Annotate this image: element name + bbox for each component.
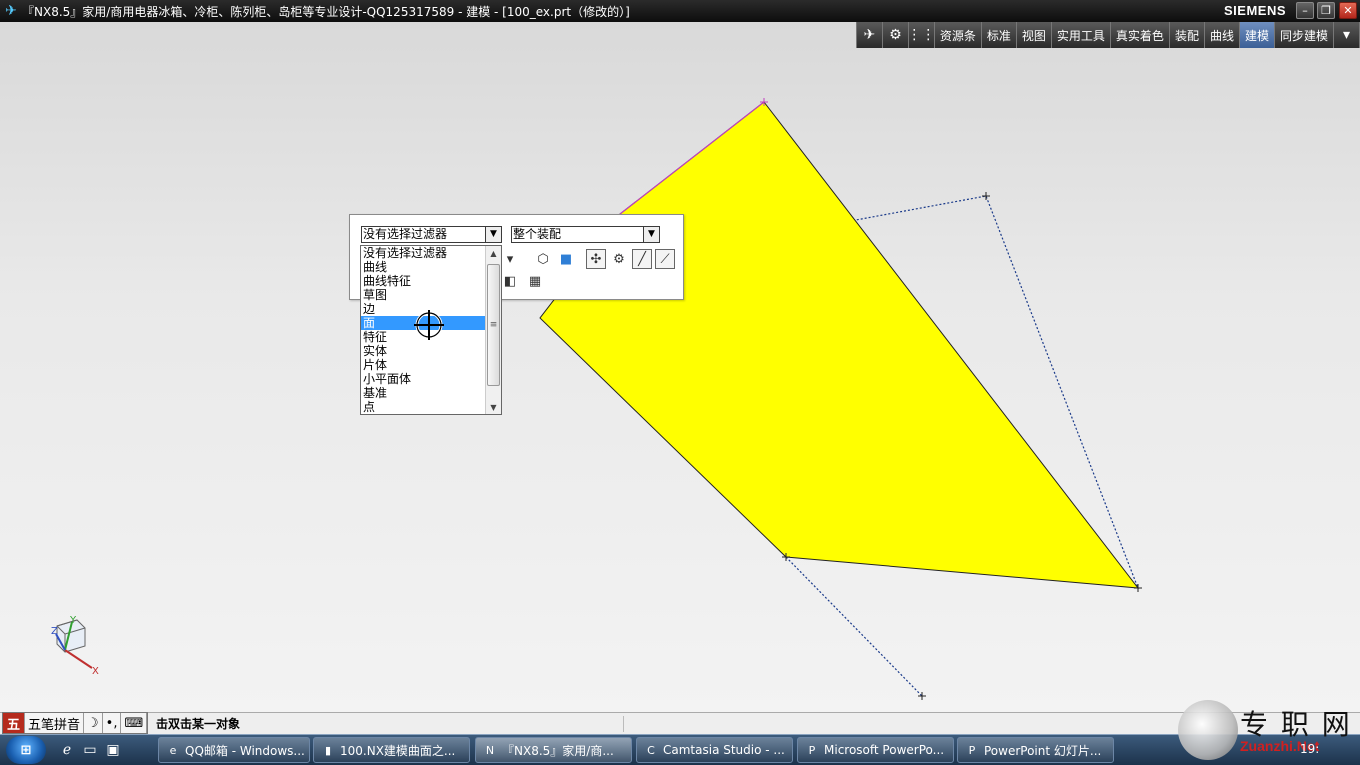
tab-0[interactable]: 资源条 [935,22,982,48]
taskbar-button[interactable]: P Microsoft PowerPo... [797,737,954,763]
ie-icon[interactable]: ℯ [57,740,77,760]
task-label: Camtasia Studio - ... [663,743,785,757]
blue-cube-icon[interactable]: ■ [556,249,576,269]
task-label: Microsoft PowerPo... [824,743,945,757]
yellow-face [539,101,1140,589]
taskbar-button[interactable]: P PowerPoint 幻灯片... [957,737,1114,763]
vertex-marker-right-top [982,192,990,200]
title-bar: ✈ 『NX8.5』家用/商用电器冰箱、冷柜、陈列柜、岛柜等专业设计-QQ1253… [0,0,1360,22]
start-button[interactable]: ⊞ [6,736,46,764]
monitor-icon[interactable]: ▣ [103,740,123,760]
tab-3[interactable]: 实用工具 [1052,22,1111,48]
ribbon-toolbar: ✈ ⚙ ⋮⋮ 资源条 标准 视图 实用工具 真实着色 装配 曲线 建模 同步建模 ▾ [855,22,1360,48]
taskbar-button[interactable]: C Camtasia Studio - ... [636,737,793,763]
task-app-icon: P [968,743,976,757]
taskbar-button[interactable]: e QQ邮箱 - Windows... [158,737,310,763]
dropdown-item[interactable]: 实体 [361,344,485,358]
scroll-down-icon[interactable]: ▼ [486,400,501,414]
solid-body-icon[interactable]: ⬡ [533,249,553,269]
task-label: 『NX8.5』家用/商... [502,743,614,758]
task-label: PowerPoint 幻灯片... [984,743,1102,758]
ime-toolbar: 五 五笔拼音 ☽ •, ⌨ [2,712,149,734]
dotted-guide-line-lower [785,556,923,697]
taskbar-button[interactable]: ▮ 100.NX建模曲面之... [313,737,470,763]
type-filter-value: 没有选择过滤器 [363,227,448,241]
dropdown-item[interactable]: 草图 [361,288,485,302]
taskbar-button[interactable]: N 『NX8.5』家用/商... [475,737,632,763]
tab-5[interactable]: 装配 [1170,22,1205,48]
task-label: QQ邮箱 - Windows... [185,743,305,758]
graphics-viewport[interactable]: X Y Z [0,22,1360,712]
minimize-button[interactable]: – [1296,2,1314,19]
status-prompt: 击双击某一对象 [156,717,241,731]
tab-7[interactable]: 建模 [1239,22,1275,48]
dropdown-scrollbar[interactable]: ▲ ≡ ▼ [485,246,501,414]
nx-app-icon: ✈ [5,3,17,19]
tab-8[interactable]: 同步建模 [1275,22,1334,48]
ime-name[interactable]: 五笔拼音 [25,713,85,733]
line-tool-icon[interactable]: ╱ [632,249,652,269]
close-button[interactable]: ✕ [1339,2,1357,19]
dropdown-item[interactable]: 基准 [361,386,485,400]
show-desktop-icon[interactable]: ▭ [80,740,100,760]
status-divider [623,716,624,732]
chevron-down-icon[interactable]: ▼ [643,227,659,242]
dropdown-item[interactable]: 曲线 [361,260,485,274]
clock: 19: [1300,742,1320,756]
window-title: 『NX8.5』家用/商用电器冰箱、冷柜、陈列柜、岛柜等专业设计-QQ125317… [22,4,630,19]
task-app-icon: e [169,743,177,757]
scope-value: 整个装配 [513,227,562,241]
ime-moon-icon[interactable]: ☽ [84,713,103,733]
dropdown-item[interactable]: 片体 [361,358,485,372]
ime-logo-icon[interactable]: 五 [3,713,25,733]
watermark-globe-icon [1178,700,1238,760]
task-label: 100.NX建模曲面之... [340,743,456,758]
watermark-text: 专 职 网 [1240,708,1352,741]
snap-points-icon[interactable]: ✣ [586,249,606,269]
tab-2[interactable]: 视图 [1017,22,1052,48]
chevron-down-icon[interactable]: ▼ [485,227,501,242]
dropdown-item[interactable]: 小平面体 [361,372,485,386]
restore-button[interactable]: ❐ [1317,2,1335,19]
tab-1[interactable]: 标准 [982,22,1017,48]
line-midpoint-icon[interactable]: ⟋ [655,249,675,269]
grid-icon[interactable]: ⋮⋮ [907,22,935,48]
task-app-icon: ▮ [324,743,332,757]
triad-y-label: Y [69,615,77,626]
tab-6[interactable]: 曲线 [1205,22,1240,48]
triad-x-label: X [92,666,99,677]
scope-combo[interactable]: 整个装配 ▼ [511,226,660,243]
type-filter-combo[interactable]: 没有选择过滤器 ▼ [361,226,502,243]
tab-4[interactable]: 真实着色 [1111,22,1170,48]
task-app-icon: C [647,743,655,757]
selection-dropdown-arrow-icon[interactable]: ▾ [500,249,520,269]
model-canvas[interactable]: X Y Z [0,22,1360,712]
ime-keyboard-icon[interactable]: ⌨ [121,713,148,733]
select-gear-icon[interactable]: ⚙ [609,249,629,269]
triad-z-label: Z [51,626,58,637]
gear-icon[interactable]: ⚙ [883,22,909,48]
vertex-marker-lower [918,692,926,700]
ime-punct-icon[interactable]: •, [103,713,122,733]
brand-logo: SIEMENS [1223,3,1286,18]
nx-logo-icon[interactable]: ✈ [857,22,883,48]
dropdown-item[interactable]: 没有选择过滤器 [361,246,485,260]
task-app-icon: N [485,743,495,757]
task-app-icon: P [808,743,816,757]
scroll-thumb[interactable]: ≡ [487,264,500,386]
dropdown-item[interactable]: 点 [361,400,485,414]
wcs-triad-icon [55,619,93,669]
dropdown-item[interactable]: 曲线特征 [361,274,485,288]
scroll-up-icon[interactable]: ▲ [486,246,501,260]
toolbar-more-button[interactable]: ▾ [1334,22,1360,48]
select-grid-icon[interactable]: ▦ [525,271,545,291]
crosshair-cursor-icon [414,310,444,340]
select-view-icon[interactable]: ◧ [500,271,520,291]
